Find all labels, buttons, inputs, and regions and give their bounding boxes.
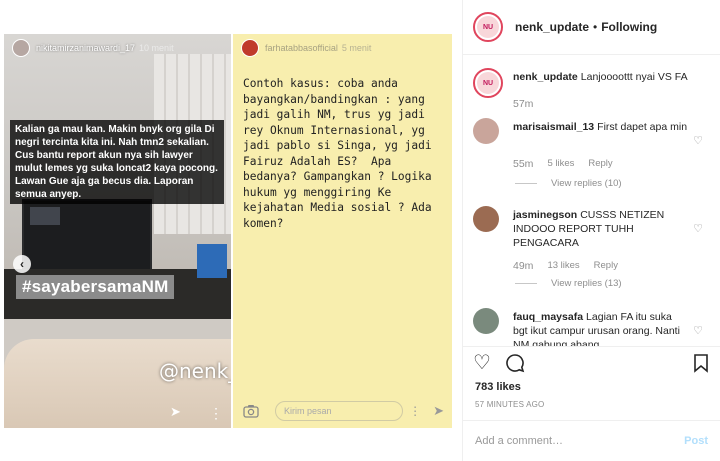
story-left-header: nikitamirzanimawardi_17 10 menit <box>4 34 231 62</box>
avatar[interactable] <box>473 206 499 232</box>
photo-box <box>197 244 227 278</box>
heart-icon[interactable]: ♡ <box>693 324 703 337</box>
comment-username[interactable]: fauq_maysafa <box>513 311 583 323</box>
reply-button[interactable]: Reply <box>588 158 612 170</box>
avatar[interactable]: NU <box>473 12 503 42</box>
bookmark-icon[interactable] <box>693 353 709 377</box>
comment-icon[interactable] <box>505 353 525 377</box>
comment-text: Lanjoooottt nyai VS FA <box>580 71 688 83</box>
camera-icon <box>241 401 261 421</box>
photo-tv <box>22 199 152 271</box>
story-right: farhatabbasofficial 5 menit Contoh kasus… <box>233 34 452 428</box>
post-header: NU nenk_update • Following <box>463 0 720 55</box>
comment-time: 57m <box>513 98 534 110</box>
list-item: fauq_maysafa Lagian FA itu suka bgt ikut … <box>473 308 713 346</box>
header-separator: • <box>593 20 598 34</box>
comment-likes[interactable]: 13 likes <box>547 260 579 272</box>
story-left: nikitamirzanimawardi_17 10 menit Kalian … <box>4 34 231 428</box>
story-reply-field: Kirim pesan <box>275 401 404 421</box>
heart-icon[interactable]: ♡ <box>693 222 703 235</box>
photo-sofa <box>4 339 231 428</box>
avatar[interactable]: NU <box>473 68 503 98</box>
comment-time: 49m <box>513 260 534 272</box>
story-right-avatar <box>241 39 259 57</box>
story-left-avatar <box>12 39 30 57</box>
story-right-time: 5 menit <box>341 43 372 53</box>
comment-meta: 49m 13 likes Reply <box>513 260 618 272</box>
reply-button[interactable]: Reply <box>594 260 618 272</box>
likes-count[interactable]: 783 likes <box>475 381 521 393</box>
post-actions: ♡ <box>463 346 720 376</box>
post-sidebar: NU nenk_update • Following NU nenk_updat… <box>462 0 720 461</box>
comment-username[interactable]: marisaismail_13 <box>513 121 594 133</box>
story-left-hashtag: #sayabersamaNM <box>16 275 175 299</box>
list-item: marisaismail_13 First dapet apa min ♡ 55m… <box>473 118 713 198</box>
view-replies-button[interactable]: View replies (13) <box>515 278 622 289</box>
comment-username[interactable]: jasminegson <box>513 209 577 221</box>
story-right-text: Contoh kasus: coba anda bayangkan/bandin… <box>243 77 439 230</box>
send-icon: ➤ <box>170 404 181 419</box>
post-timestamp: 57 MINUTES AGO <box>475 400 545 409</box>
follow-status-button[interactable]: Following <box>601 20 657 34</box>
post-button[interactable]: Post <box>684 435 708 447</box>
story-left-caption: Kalian ga mau kan. Makin bnyk org gila D… <box>10 120 224 204</box>
comment-time: 55m <box>513 158 534 170</box>
comment-body: fauq_maysafa Lagian FA itu suka bgt ikut … <box>513 310 688 346</box>
comment-likes[interactable]: 5 likes <box>547 158 574 170</box>
avatar[interactable] <box>473 308 499 334</box>
comment-text: First dapet apa min <box>597 121 688 133</box>
chevron-left-icon[interactable]: ‹ <box>13 255 31 273</box>
comment-meta: 57m <box>513 98 533 110</box>
comment-meta: 55m 5 likes Reply <box>513 158 613 170</box>
story-right-username: farhatabbasofficial <box>265 43 338 53</box>
view-replies-label: View replies (10) <box>551 178 622 189</box>
comment-body: jasminegson CUSSS NETIZEN INDOOO REPORT T… <box>513 208 688 250</box>
comment-username[interactable]: nenk_update <box>513 71 578 83</box>
list-item: jasminegson CUSSS NETIZEN INDOOO REPORT T… <box>473 206 713 301</box>
avatar[interactable] <box>473 118 499 144</box>
heart-icon[interactable]: ♡ <box>473 353 491 373</box>
comment-body: nenk_update Lanjoooottt nyai VS FA <box>513 70 688 84</box>
story-left-time: 10 menit <box>139 43 174 53</box>
instagram-post-view: nikitamirzanimawardi_17 10 menit Kalian … <box>0 0 720 461</box>
view-replies-label: View replies (13) <box>551 278 622 289</box>
more-icon: ⋮ <box>209 405 223 421</box>
heart-icon[interactable]: ♡ <box>693 134 703 147</box>
comment-input[interactable] <box>475 435 685 447</box>
view-replies-button[interactable]: View replies (10) <box>515 178 622 189</box>
more-icon: ⋮ <box>409 404 422 418</box>
comment-list: NU nenk_update Lanjoooottt nyai VS FA 57m… <box>463 56 720 346</box>
send-icon: ➤ <box>433 403 444 418</box>
story-right-footer: Kirim pesan ⋮ ➤ <box>233 394 452 428</box>
story-left-username: nikitamirzanimawardi_17 <box>36 43 136 53</box>
header-username[interactable]: nenk_update <box>515 20 589 34</box>
add-comment-bar: Post <box>463 420 720 461</box>
story-right-header: farhatabbasofficial 5 menit <box>233 34 452 62</box>
post-media: nikitamirzanimawardi_17 10 menit Kalian … <box>0 0 462 461</box>
comment-body: marisaismail_13 First dapet apa min <box>513 120 688 134</box>
watermark-text: @nenk_update <box>159 359 231 383</box>
